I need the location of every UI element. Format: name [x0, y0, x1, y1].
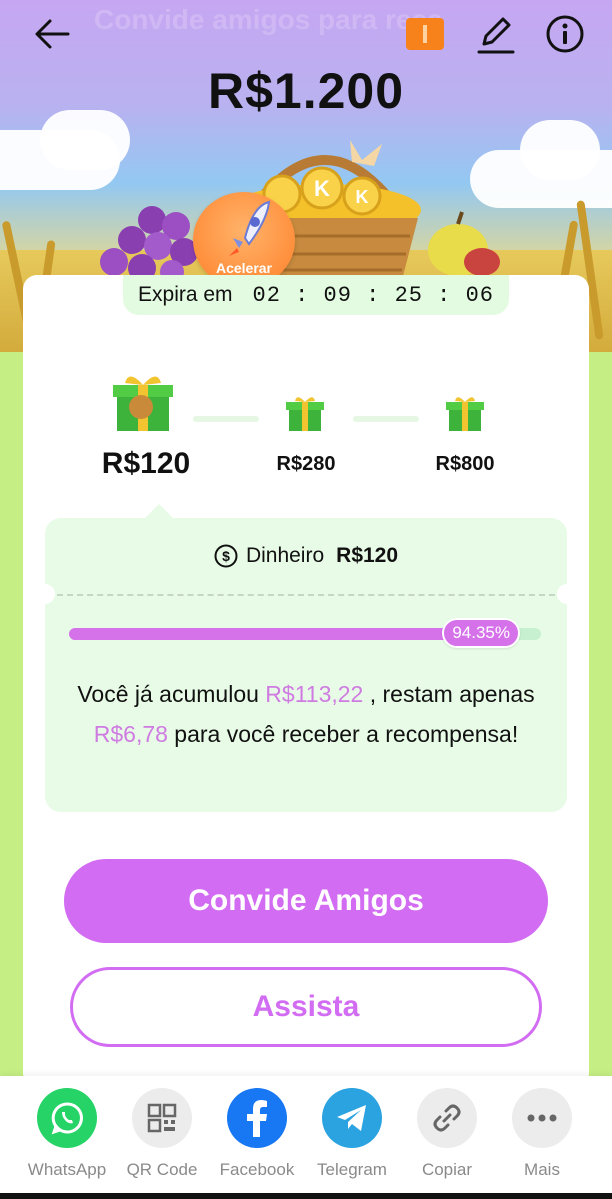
share-label: Facebook [219, 1160, 295, 1179]
countdown-timer: 02 : 09 : 25 : 06 [252, 282, 494, 308]
ticket-notch [35, 584, 55, 604]
message-text: , restam apenas [363, 681, 535, 707]
panel-pointer [145, 504, 173, 518]
share-facebook[interactable]: Facebook [210, 1088, 304, 1180]
share-copy-link[interactable]: Copiar [400, 1088, 494, 1180]
qr-code-icon [147, 1103, 177, 1133]
share-label: Telegram [317, 1160, 387, 1179]
pear-illustration [428, 211, 500, 276]
svg-text:$: $ [222, 548, 230, 564]
gift-icon [446, 397, 484, 431]
rocket-icon [229, 200, 271, 256]
milestone-connector [193, 416, 259, 422]
progress-percent-badge: 94.35% [442, 618, 520, 648]
share-label: Mais [524, 1160, 560, 1179]
ticket-notch [557, 584, 577, 604]
share-more[interactable]: Mais [495, 1088, 589, 1180]
page-title: Convide amigos para rece [94, 4, 443, 35]
remaining-amount: R$6,78 [93, 721, 168, 747]
share-circle [132, 1088, 192, 1148]
message-text: para você receber a recompensa! [167, 721, 519, 747]
share-telegram[interactable]: Telegram [305, 1088, 399, 1180]
facebook-icon [247, 1100, 267, 1137]
progress-panel: $ Dinheiro R$120 94.35% Você já acumulou… [35, 504, 577, 812]
svg-text:K: K [314, 176, 330, 201]
accelerate-label: Acelerar [215, 260, 273, 276]
cloud [520, 120, 600, 180]
reward-type-row: $ Dinheiro R$120 [45, 544, 567, 568]
milestone-connector [353, 416, 419, 422]
svg-text:K: K [356, 187, 369, 207]
share-circle [417, 1088, 477, 1148]
telegram-icon [337, 1105, 366, 1131]
share-circle [322, 1088, 382, 1148]
share-circle [227, 1088, 287, 1148]
info-icon[interactable] [545, 14, 585, 54]
milestone-value-active: R$120 [101, 447, 191, 480]
reward-type-label: Dinheiro [245, 544, 325, 567]
more-icon [527, 1114, 557, 1122]
expiry-banner: Expira em 02 : 09 : 25 : 06 [123, 275, 509, 315]
reward-type-value: R$120 [336, 544, 399, 567]
accelerate-button[interactable]: Acelerar [193, 192, 295, 288]
expiry-label: Expira em [138, 283, 233, 306]
progress-message: Você já acumulou R$113,22 , restam apena… [65, 674, 547, 754]
milestone-value: R$800 [435, 453, 495, 475]
message-text: Você já acumulou [77, 681, 266, 707]
whatsapp-icon [51, 1102, 83, 1135]
milestone-value: R$280 [276, 453, 336, 475]
back-arrow-icon[interactable] [30, 12, 74, 56]
screen-bottom-edge [0, 1193, 612, 1199]
share-circle [512, 1088, 572, 1148]
share-qr-code[interactable]: QR Code [115, 1088, 209, 1180]
accumulated-amount: R$113,22 [265, 681, 364, 707]
gift-icon [286, 397, 324, 431]
link-icon [433, 1104, 461, 1132]
invite-friends-button[interactable]: Convide Amigos [64, 859, 548, 943]
ticket-icon[interactable] [406, 18, 444, 50]
share-whatsapp[interactable]: WhatsApp [20, 1088, 114, 1180]
reward-card: Expira em 02 : 09 : 25 : 06 R$120 R$280 … [23, 275, 589, 1087]
dollar-coin-icon: $ [214, 544, 238, 568]
share-label: Copiar [421, 1160, 473, 1179]
gift-icon [113, 376, 173, 431]
share-label: QR Code [126, 1160, 198, 1179]
share-bar: WhatsApp QR Code Facebook Telegram Copia… [0, 1076, 612, 1199]
share-circle [37, 1088, 97, 1148]
watch-button[interactable]: Assista [70, 967, 542, 1047]
edit-icon[interactable] [476, 12, 516, 56]
share-label: WhatsApp [27, 1160, 107, 1179]
dashed-divider [57, 594, 555, 596]
prize-amount: R$1.200 [207, 63, 405, 119]
